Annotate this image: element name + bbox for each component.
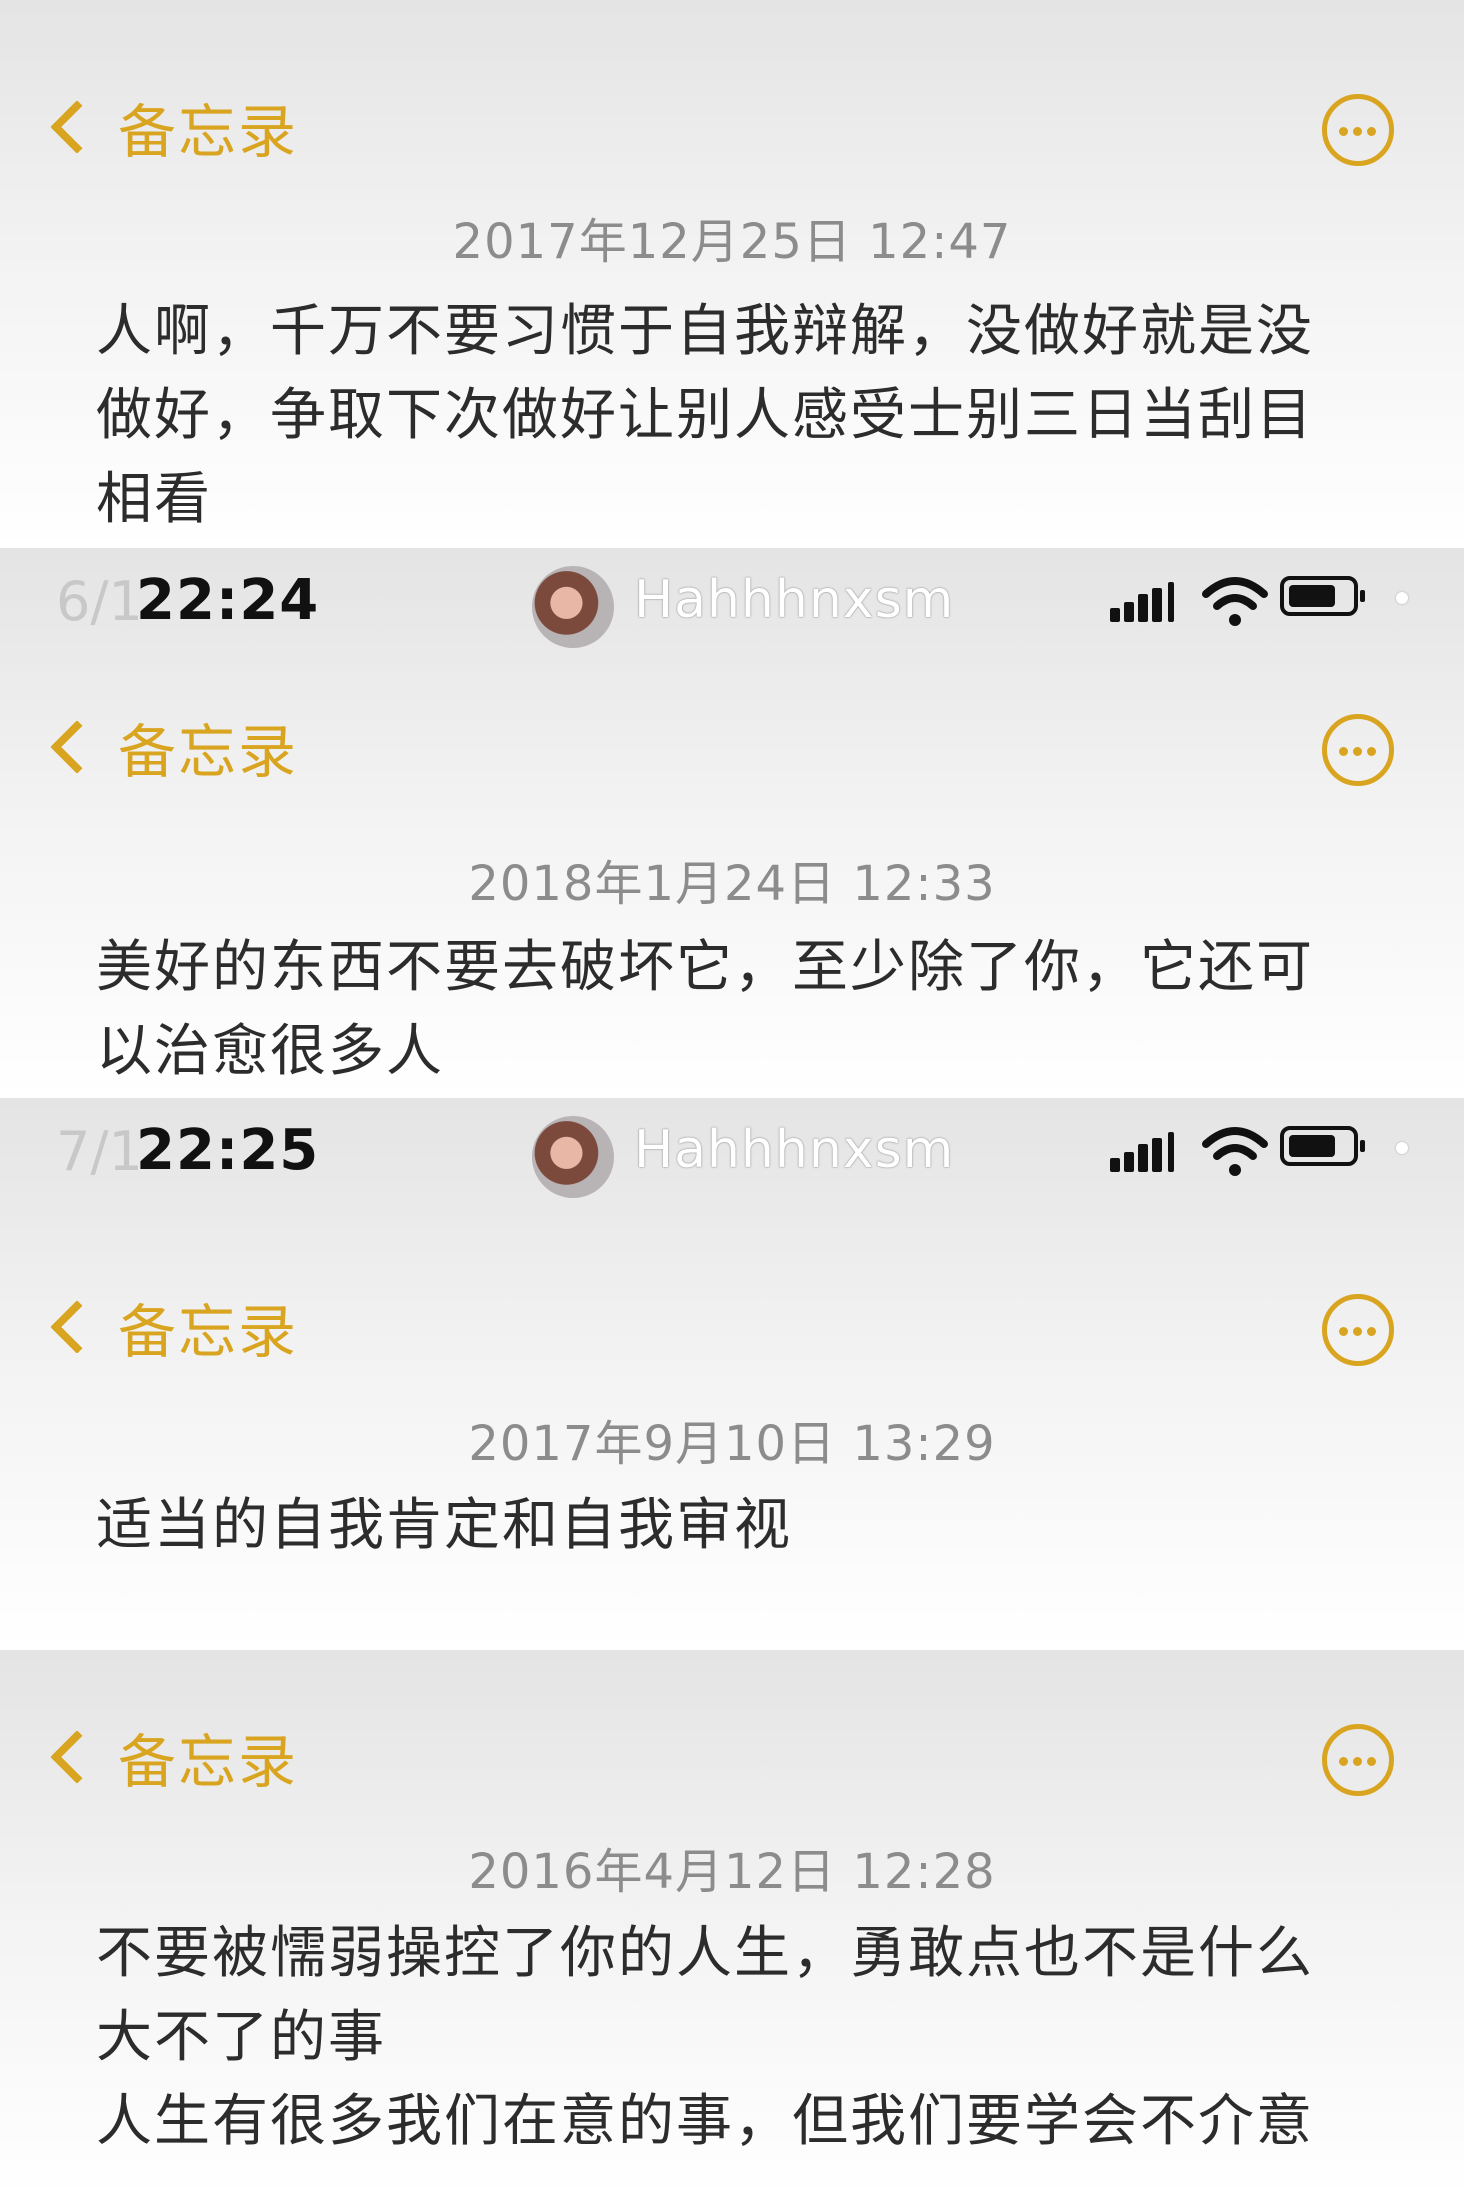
more-circle-icon	[1339, 1327, 1348, 1336]
nav-bar: 备忘录	[0, 1272, 1464, 1382]
chevron-left-icon	[50, 100, 104, 154]
wifi-icon	[1202, 1127, 1268, 1176]
more-circle-icon	[1339, 747, 1348, 756]
signal-icon	[1110, 582, 1182, 622]
nav-bar: 备忘录	[0, 1702, 1464, 1812]
more-button[interactable]	[1322, 1294, 1394, 1366]
note-date: 2016年4月12日 12:28	[468, 1844, 996, 1900]
note-body[interactable]: 适当的自我肯定和自我审视	[96, 1484, 1396, 1568]
more-button[interactable]	[1322, 1724, 1394, 1796]
note-line: 适当的自我肯定和自我审视	[96, 1493, 792, 1558]
note-line: 做好，争取下次做好让别人感受士别三日当刮目	[96, 383, 1314, 448]
page-index: 6/1	[56, 570, 143, 633]
chevron-left-icon	[50, 720, 104, 774]
nav-bar: 备忘录	[0, 692, 1464, 802]
note-line: 美好的东西不要去破坏它，至少除了你，它还可	[96, 935, 1314, 1000]
note-screen-2: 6/1 22:24 Hahhhnxsm 备忘录 2018年1月24日 12:33…	[0, 548, 1464, 1098]
wifi-icon	[1202, 577, 1268, 626]
note-date: 2018年1月24日 12:33	[468, 856, 996, 912]
status-time: 22:24	[136, 568, 320, 633]
more-button[interactable]	[1322, 714, 1394, 786]
nav-bar: 备忘录	[0, 72, 1464, 182]
signal-icon	[1110, 1132, 1182, 1172]
battery-icon	[1280, 576, 1365, 616]
note-body[interactable]: 美好的东西不要去破坏它，至少除了你，它还可 以治愈很多人	[96, 926, 1396, 1094]
avatar	[532, 566, 614, 648]
note-line: 人生有很多我们在意的事，但我们要学会不介意	[96, 2089, 1314, 2154]
username: Hahhhnxsm	[634, 1120, 955, 1180]
note-screen-1: 备忘录 2017年12月25日 12:47 人啊，千万不要习惯于自我辩解，没做好…	[0, 0, 1464, 548]
username: Hahhhnxsm	[634, 570, 955, 630]
note-line: 相看	[96, 467, 212, 532]
status-bar: 6/1 22:24 Hahhhnxsm	[0, 556, 1464, 648]
dot-icon	[1396, 1142, 1408, 1154]
note-screen-4: 备忘录 2016年4月12日 12:28 不要被懦弱操控了你的人生，勇敢点也不是…	[0, 1650, 1464, 2196]
chevron-left-icon	[50, 1730, 104, 1784]
battery-icon	[1280, 1126, 1365, 1166]
status-time: 22:25	[136, 1118, 320, 1183]
chevron-left-icon	[50, 1300, 104, 1354]
page-index: 7/1	[56, 1120, 143, 1183]
avatar	[532, 1116, 614, 1198]
back-label: 备忘录	[118, 98, 299, 166]
more-circle-icon	[1339, 1757, 1348, 1766]
note-body[interactable]: 人啊，千万不要习惯于自我辩解，没做好就是没 做好，争取下次做好让别人感受士别三日…	[96, 290, 1396, 542]
back-label: 备忘录	[118, 1728, 299, 1796]
status-bar: 7/1 22:25 Hahhhnxsm	[0, 1106, 1464, 1198]
back-label: 备忘录	[118, 1298, 299, 1366]
back-label: 备忘录	[118, 718, 299, 786]
back-button[interactable]: 备忘录	[40, 692, 298, 802]
more-button[interactable]	[1322, 94, 1394, 166]
note-date: 2017年12月25日 12:47	[452, 214, 1012, 270]
more-circle-icon	[1339, 127, 1348, 136]
note-body[interactable]: 不要被懦弱操控了你的人生，勇敢点也不是什么 大不了的事 人生有很多我们在意的事，…	[96, 1912, 1396, 2164]
note-line: 人啊，千万不要习惯于自我辩解，没做好就是没	[96, 299, 1314, 364]
note-screen-3: 7/1 22:25 Hahhhnxsm 备忘录 2017年9月10日 13:29…	[0, 1098, 1464, 1650]
note-line: 以治愈很多人	[96, 1019, 444, 1084]
note-line: 大不了的事	[96, 2005, 386, 2070]
back-button[interactable]: 备忘录	[40, 72, 298, 182]
note-line: 不要被懦弱操控了你的人生，勇敢点也不是什么	[96, 1921, 1314, 1986]
back-button[interactable]: 备忘录	[40, 1272, 298, 1382]
back-button[interactable]: 备忘录	[40, 1702, 298, 1812]
dot-icon	[1396, 592, 1408, 604]
note-date: 2017年9月10日 13:29	[468, 1416, 996, 1472]
